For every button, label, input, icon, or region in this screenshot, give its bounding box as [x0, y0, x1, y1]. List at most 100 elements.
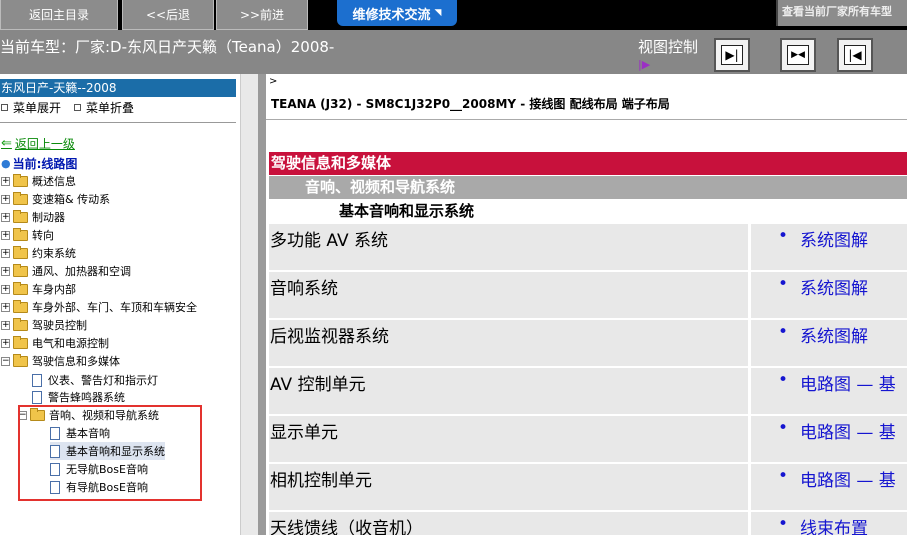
- panel-splitter[interactable]: [258, 74, 266, 535]
- tree-doc-label: 警告蜂鸣器系统: [48, 391, 125, 404]
- tab-tech-forum-label: 维修技术交流: [352, 7, 431, 23]
- row-link[interactable]: 电路图 — 基: [751, 464, 907, 510]
- tree-doc[interactable]: 警告蜂鸣器系统: [32, 388, 125, 406]
- page-title: TEANA (J32) - SM8C1J32P0__2008MY - 接线图 配…: [271, 97, 670, 111]
- document-icon: [32, 373, 42, 387]
- tree-node-expanded[interactable]: − 驾驶信息和多媒体: [1, 352, 120, 370]
- tree-node[interactable]: + 制动器: [1, 208, 65, 226]
- query-all-models-button[interactable]: 查看当前厂家所有车型: [776, 0, 907, 26]
- section-header-2: 音响、视频和导航系统: [269, 176, 907, 199]
- tree-node-label: 制动器: [32, 211, 65, 224]
- tree-doc[interactable]: 仪表、警告灯和指示灯: [32, 371, 158, 389]
- row-link-label: 电路图 — 基: [800, 375, 896, 395]
- menu-collapse-button[interactable]: 菜单折叠: [74, 99, 134, 116]
- tree-doc-label: 仪表、警告灯和指示灯: [48, 374, 158, 387]
- plus-icon: +: [1, 193, 10, 204]
- home-button[interactable]: 返回主目录: [0, 0, 118, 30]
- tree-node[interactable]: + 概述信息: [1, 172, 76, 190]
- arrow-right-icon: ▶|: [721, 45, 743, 65]
- back-up-label: 返回上一级: [14, 137, 75, 151]
- minus-icon: −: [1, 355, 10, 366]
- plus-icon: +: [1, 319, 10, 330]
- folder-open-icon: [13, 353, 28, 367]
- tree-scrollbar[interactable]: [240, 74, 258, 535]
- tree-header: 东风日产-天籁--2008: [0, 79, 236, 97]
- view-split-button[interactable]: ▶◀: [780, 38, 816, 72]
- current-node-label: 当前:线路图: [12, 157, 78, 171]
- tree-node[interactable]: + 驾驶员控制: [1, 316, 87, 334]
- row-link-label: 系统图解: [800, 279, 868, 299]
- back-up-link[interactable]: ⇐ 返回上一级: [1, 135, 75, 152]
- menu-collapse-label: 菜单折叠: [86, 101, 135, 115]
- tree-node-label: 驾驶员控制: [32, 319, 87, 332]
- collapse-icon: [74, 104, 81, 111]
- tree-node[interactable]: + 变速箱& 传动系: [1, 190, 110, 208]
- table-row: 后视监视器系统 系统图解: [269, 320, 907, 366]
- plus-icon: +: [1, 247, 10, 258]
- tree-node-label: 变速箱& 传动系: [32, 193, 111, 206]
- row-link[interactable]: 电路图 — 基: [751, 416, 907, 462]
- row-name: 天线馈线（收音机）: [269, 512, 748, 535]
- row-link[interactable]: 系统图解: [751, 320, 907, 366]
- table-row: 显示单元 电路图 — 基: [269, 416, 907, 462]
- tab-tech-forum[interactable]: 维修技术交流 ◥: [337, 0, 457, 26]
- forward-button[interactable]: >>前进: [216, 0, 308, 30]
- table-row: 相机控制单元 电路图 — 基: [269, 464, 907, 510]
- tree-panel: 东风日产-天籁--2008 菜单展开 菜单折叠 ⇐ 返回上一级 ● 当前:线路图…: [0, 74, 240, 535]
- back-button[interactable]: <<后退: [122, 0, 214, 30]
- plus-icon: +: [1, 211, 10, 222]
- table-row: AV 控制单元 电路图 — 基: [269, 368, 907, 414]
- row-name: AV 控制单元: [269, 368, 748, 414]
- tree-node[interactable]: + 通风、加热器和空调: [1, 262, 131, 280]
- view-right-button[interactable]: ▶|: [714, 38, 750, 72]
- tree-node-label: 通风、加热器和空调: [32, 265, 131, 278]
- view-left-button[interactable]: |◀: [837, 38, 873, 72]
- folder-icon: [13, 209, 28, 223]
- row-link[interactable]: 电路图 — 基: [751, 368, 907, 414]
- plus-icon: +: [1, 229, 10, 240]
- tree-node[interactable]: + 车身内部: [1, 280, 76, 298]
- tree-node[interactable]: + 约束系统: [1, 244, 76, 262]
- menu-expand-label: 菜单展开: [13, 101, 62, 115]
- node-icon: ●: [1, 157, 11, 170]
- row-name: 音响系统: [269, 272, 748, 318]
- row-name: 显示单元: [269, 416, 748, 462]
- top-toolbar: 返回主目录 <<后退 >>前进 维修技术交流 ◥ 查看当前厂家所有车型: [0, 0, 907, 30]
- expand-icon: [1, 104, 8, 111]
- content-panel: > TEANA (J32) - SM8C1J32P0__2008MY - 接线图…: [266, 74, 907, 535]
- menu-expand-button[interactable]: 菜单展开: [1, 99, 61, 116]
- tree-node-label: 转向: [32, 229, 54, 242]
- tree-node[interactable]: + 转向: [1, 226, 54, 244]
- row-link-label: 系统图解: [800, 231, 868, 251]
- row-link-label: 系统图解: [800, 327, 868, 347]
- folder-icon: [13, 335, 28, 349]
- table-row: 音响系统 系统图解: [269, 272, 907, 318]
- tree-node-label: 电气和电源控制: [32, 337, 109, 350]
- pin-icon: ◥: [434, 8, 442, 18]
- folder-icon: [13, 173, 28, 187]
- plus-icon: +: [1, 175, 10, 186]
- tree-node-label: 概述信息: [32, 175, 76, 188]
- tree-node[interactable]: + 车身外部、车门、车顶和车辆安全: [1, 298, 197, 316]
- view-mark-icon: |▶: [638, 58, 651, 71]
- tree-node-label: 车身内部: [32, 283, 76, 296]
- tree-node[interactable]: + 电气和电源控制: [1, 334, 109, 352]
- row-link-label: 线束布置: [800, 519, 868, 535]
- row-link[interactable]: 系统图解: [751, 272, 907, 318]
- split-arrows-icon: ▶◀: [787, 45, 809, 65]
- table-row: 多功能 AV 系统 系统图解: [269, 224, 907, 270]
- folder-icon: [13, 191, 28, 205]
- vehicle-info-bar: 当前车型：厂家:D-东风日产天籁（Teana）2008- 视图控制 |▶ ▶| …: [0, 30, 907, 74]
- plus-icon: +: [1, 265, 10, 276]
- folder-icon: [13, 263, 28, 277]
- current-model-label: 当前车型：厂家:D-东风日产天籁（Teana）2008-: [0, 38, 335, 56]
- row-link[interactable]: 线束布置: [751, 512, 907, 535]
- row-name: 相机控制单元: [269, 464, 748, 510]
- folder-icon: [13, 317, 28, 331]
- plus-icon: +: [1, 283, 10, 294]
- row-link[interactable]: 系统图解: [751, 224, 907, 270]
- tree-separator: [0, 122, 236, 123]
- row-link-label: 电路图 — 基: [800, 423, 896, 443]
- plus-icon: +: [1, 337, 10, 348]
- breadcrumb-prompt: >: [269, 76, 278, 87]
